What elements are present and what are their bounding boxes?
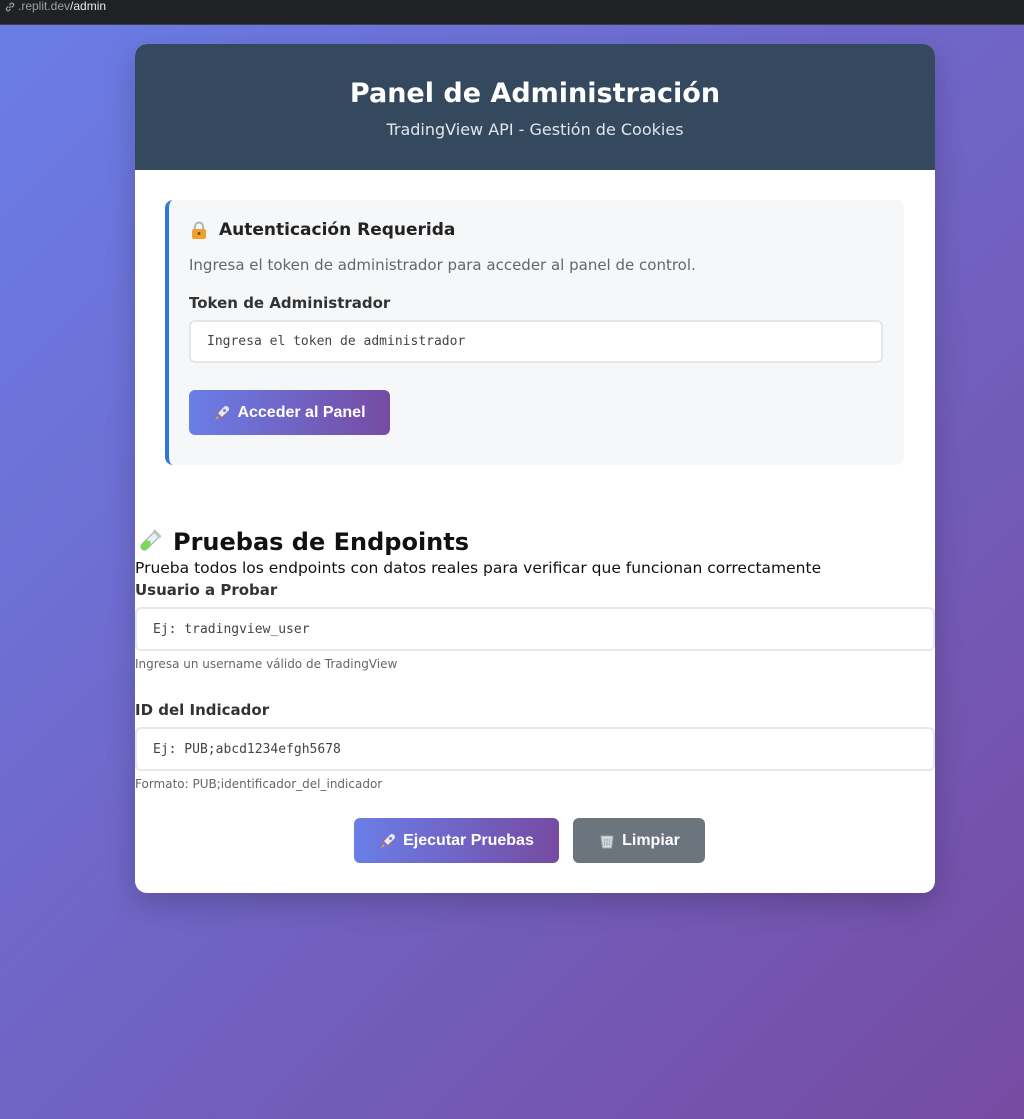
page-title: Panel de Administración — [349, 78, 721, 109]
access-panel-label: Acceder al Panel — [237, 403, 366, 421]
access-panel-button[interactable]: Acceder al Panel — [189, 390, 390, 435]
rocket-icon — [215, 405, 230, 420]
rocket-icon — [381, 833, 396, 848]
clear-label: Limpiar — [622, 831, 680, 849]
test-user-input[interactable] — [135, 607, 935, 651]
admin-token-input[interactable] — [189, 320, 883, 363]
admin-card: Panel de Administración TradingView API … — [135, 44, 935, 893]
test-tube-icon — [140, 529, 162, 551]
indicator-label: ID del Indicador — [135, 701, 270, 719]
clear-button[interactable]: Limpiar — [573, 818, 705, 863]
tests-description: Prueba todos los endpoints con datos rea… — [135, 559, 822, 577]
browser-url-bar[interactable]: .replit.dev/admin — [0, 0, 1024, 25]
auth-heading: Autenticación Requerida — [189, 220, 455, 240]
token-label: Token de Administrador — [189, 294, 391, 312]
page-subtitle: TradingView API - Gestión de Cookies — [386, 120, 684, 139]
link-icon — [5, 2, 15, 12]
indicator-id-input[interactable] — [135, 727, 935, 771]
lock-icon — [192, 221, 206, 239]
card-header: Panel de Administración TradingView API … — [135, 44, 935, 170]
tests-title: Pruebas de Endpoints — [173, 528, 470, 556]
user-label: Usuario a Probar — [135, 581, 278, 599]
user-hint: Ingresa un username válido de TradingVie… — [135, 657, 398, 671]
auth-title: Autenticación Requerida — [219, 220, 456, 240]
url-path: /admin — [70, 0, 107, 13]
run-tests-label: Ejecutar Pruebas — [403, 831, 534, 849]
auth-description: Ingresa el token de administrador para a… — [189, 256, 696, 274]
tests-heading: Pruebas de Endpoints — [135, 528, 469, 556]
run-tests-button[interactable]: Ejecutar Pruebas — [354, 818, 559, 863]
wastebasket-icon — [600, 835, 614, 848]
indicator-hint: Formato: PUB;identificador_del_indicador — [135, 777, 383, 791]
url-host: .replit.dev — [18, 0, 71, 13]
url-text: .replit.dev/admin — [18, 0, 106, 13]
auth-section: Autenticación Requerida Ingresa el token… — [165, 200, 904, 465]
